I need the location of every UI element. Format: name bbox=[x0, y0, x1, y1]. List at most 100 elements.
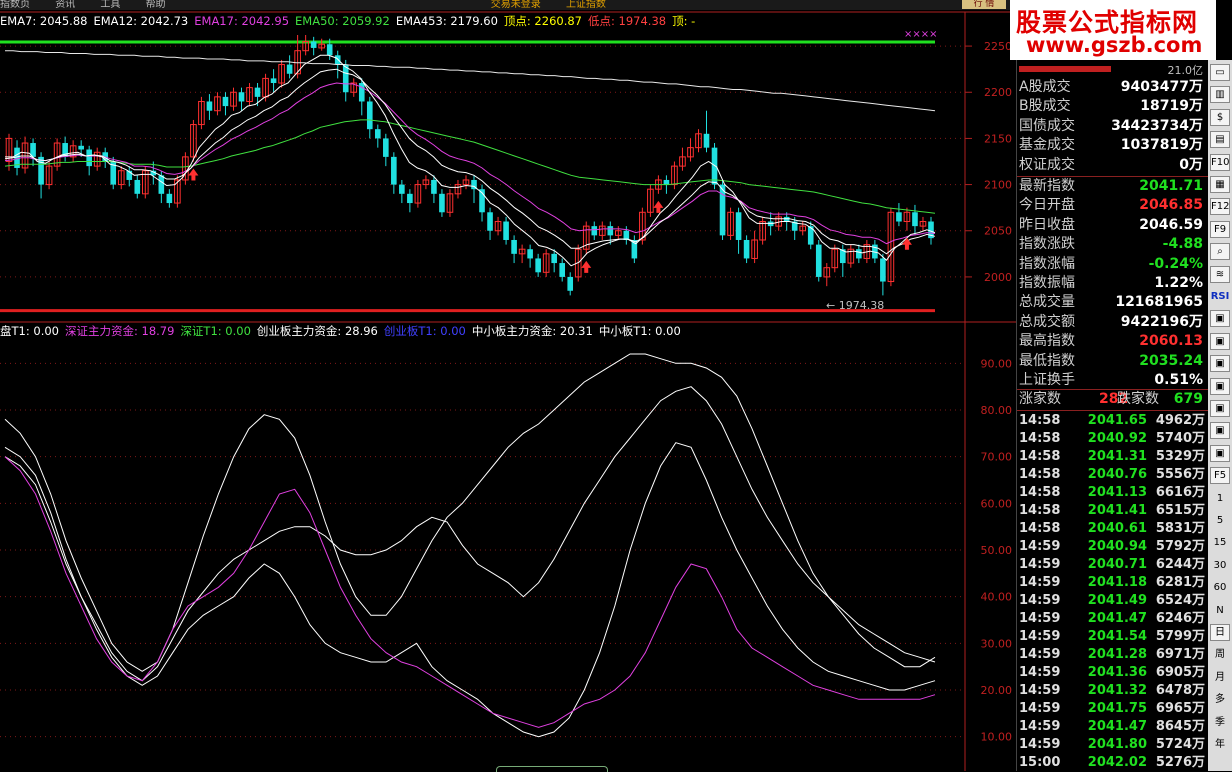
toolbar-button[interactable]: ▣ bbox=[1210, 400, 1230, 417]
main-chart-legend: EMA7: 2045.88 EMA12: 2042.73 EMA17: 2042.9… bbox=[0, 13, 965, 29]
toolbar-button[interactable]: RSI bbox=[1210, 288, 1230, 305]
toolbar-button[interactable]: 季 bbox=[1210, 714, 1230, 731]
toolbar-button[interactable]: 1 bbox=[1210, 490, 1230, 507]
stat-value: 2046.85 bbox=[1139, 197, 1203, 214]
stat-row: 国债成交 34423734万 bbox=[1017, 117, 1209, 136]
candle-body-down bbox=[607, 226, 614, 236]
candle-body-down bbox=[663, 179, 670, 185]
toolbar-button[interactable]: ▦ bbox=[1210, 176, 1230, 193]
buy-arrow-icon bbox=[188, 168, 199, 181]
tick-row: 14:59 2041.54 5799万 bbox=[1017, 628, 1209, 646]
candle-body-down bbox=[270, 78, 277, 84]
toolbar-button[interactable]: ⌕ bbox=[1210, 243, 1230, 261]
tick-price: 2041.41 bbox=[1087, 503, 1147, 518]
stat-value: 34423734万 bbox=[1111, 117, 1203, 134]
stat-label: B股成交 bbox=[1019, 98, 1071, 115]
candle-body-down bbox=[815, 244, 822, 277]
toolbar-button[interactable]: ▤ bbox=[1210, 131, 1230, 149]
sub-series-line bbox=[4, 442, 936, 738]
tick-price: 2041.32 bbox=[1087, 683, 1147, 698]
toolbar-button[interactable]: ≋ bbox=[1210, 265, 1230, 283]
toolbar-button[interactable]: ▣ bbox=[1210, 332, 1230, 350]
separator bbox=[1017, 389, 1209, 390]
toolbar-button[interactable]: F9 bbox=[1210, 220, 1230, 238]
tick-time: 14:59 bbox=[1019, 647, 1061, 662]
candle-body-down bbox=[38, 156, 44, 185]
sub-axis-label: 30.00 bbox=[981, 637, 1013, 650]
stat-value: 2035.24 bbox=[1139, 352, 1203, 369]
stat-value: 2060.13 bbox=[1139, 333, 1203, 350]
candle-body-down bbox=[527, 249, 533, 259]
toolbar-button[interactable]: 日 bbox=[1210, 624, 1230, 641]
toolbar-button[interactable]: ▣ bbox=[1210, 377, 1230, 395]
candle-body-down bbox=[407, 193, 413, 204]
toolbar-button[interactable]: ▭ bbox=[1210, 64, 1230, 81]
sub-series-line bbox=[4, 456, 936, 728]
toolbar-button[interactable]: 15 bbox=[1210, 534, 1230, 551]
main-axis-label: 2000 bbox=[984, 271, 1012, 284]
candle-body-down bbox=[591, 226, 598, 236]
toolbar-button[interactable]: F12 bbox=[1210, 198, 1230, 216]
main-axis-label: 2150 bbox=[984, 132, 1012, 145]
stat-value: 9422196万 bbox=[1120, 313, 1203, 330]
toolbar-button[interactable]: ▣ bbox=[1210, 355, 1230, 373]
toolbar-button[interactable]: 周 bbox=[1210, 646, 1230, 663]
toolbar-button[interactable]: 月 bbox=[1210, 669, 1230, 686]
tick-time: 14:58 bbox=[1019, 521, 1061, 536]
toolbar-button[interactable]: N bbox=[1210, 602, 1230, 619]
tick-price: 2041.18 bbox=[1087, 575, 1147, 590]
toolbar-button[interactable]: ▥ bbox=[1210, 86, 1230, 104]
toolbar-button[interactable]: ▣ bbox=[1210, 310, 1230, 328]
tick-time: 14:58 bbox=[1019, 449, 1061, 464]
candle-body-down bbox=[856, 249, 862, 259]
candle-body-down bbox=[326, 44, 333, 56]
sub-axis-label: 10.00 bbox=[981, 731, 1013, 744]
tick-row: 14:58 2040.92 5740万 bbox=[1017, 430, 1209, 448]
tick-time: 14:59 bbox=[1019, 737, 1061, 752]
toolbar-button[interactable]: 5 bbox=[1210, 512, 1230, 529]
bottom-tab[interactable] bbox=[496, 766, 608, 772]
tick-row: 14:58 2040.76 5556万 bbox=[1017, 466, 1209, 484]
toolbar-button[interactable]: 多 bbox=[1210, 691, 1230, 708]
tick-row: 14:59 2041.36 6905万 bbox=[1017, 664, 1209, 682]
candle-body-down bbox=[391, 156, 397, 185]
tick-time: 14:58 bbox=[1019, 503, 1061, 518]
toolbar-button[interactable]: 30 bbox=[1210, 557, 1230, 574]
toolbar-button[interactable]: F5 bbox=[1210, 467, 1230, 485]
sub-series-line bbox=[4, 353, 936, 672]
stat-value: 18719万 bbox=[1140, 98, 1203, 115]
toolbar-button[interactable]: ▣ bbox=[1210, 444, 1230, 462]
chart-area[interactable]: ×××× 2250 2200 2150 2100 2050 2000 90.00 80.00 70… bbox=[0, 0, 1016, 771]
stat-row: 最低指数 2035.24 bbox=[1017, 352, 1209, 371]
toolbar-button[interactable]: $ bbox=[1210, 108, 1230, 126]
stat-label: 基金成交 bbox=[1019, 137, 1075, 154]
legend-item: 中小板主力资金: 20.31 bbox=[471, 324, 593, 338]
tick-time: 14:59 bbox=[1019, 629, 1061, 644]
amount-bar: 21.0亿 bbox=[1017, 62, 1209, 77]
stat-value: 0万 bbox=[1179, 156, 1203, 173]
tick-row: 14:59 2041.75 6965万 bbox=[1017, 700, 1209, 718]
candle-body-down bbox=[703, 133, 710, 148]
down-count-value: 679 bbox=[1173, 391, 1203, 407]
tick-price: 2040.71 bbox=[1087, 557, 1147, 572]
stat-label: 今日开盘 bbox=[1019, 197, 1075, 214]
stat-row: A股成交 9403477万 bbox=[1017, 78, 1209, 97]
toolbar-button[interactable]: 年 bbox=[1210, 736, 1230, 753]
tick-time: 14:59 bbox=[1019, 683, 1061, 698]
toolbar-button[interactable]: F10 bbox=[1210, 153, 1230, 171]
tick-volume: 6515万 bbox=[1155, 503, 1205, 518]
tick-time: 14:59 bbox=[1019, 701, 1061, 716]
tick-price: 2041.47 bbox=[1087, 719, 1147, 734]
legend-item: EMA50: 2059.92 bbox=[295, 14, 390, 28]
stat-label: 最低指数 bbox=[1019, 352, 1075, 369]
toolbar-button[interactable]: 60 bbox=[1210, 579, 1230, 596]
low-marker-label: ← 1974.38 bbox=[826, 299, 884, 312]
tick-price: 2041.54 bbox=[1087, 629, 1147, 644]
toolbar-button[interactable]: ▣ bbox=[1210, 422, 1230, 440]
tick-price: 2041.49 bbox=[1087, 593, 1147, 608]
candle-body-down bbox=[78, 145, 84, 150]
tick-volume: 5556万 bbox=[1155, 467, 1205, 482]
sub-axis-label: 60.00 bbox=[981, 497, 1013, 510]
stat-row: B股成交 18719万 bbox=[1017, 97, 1209, 116]
stat-label: 总成交额 bbox=[1019, 313, 1075, 330]
